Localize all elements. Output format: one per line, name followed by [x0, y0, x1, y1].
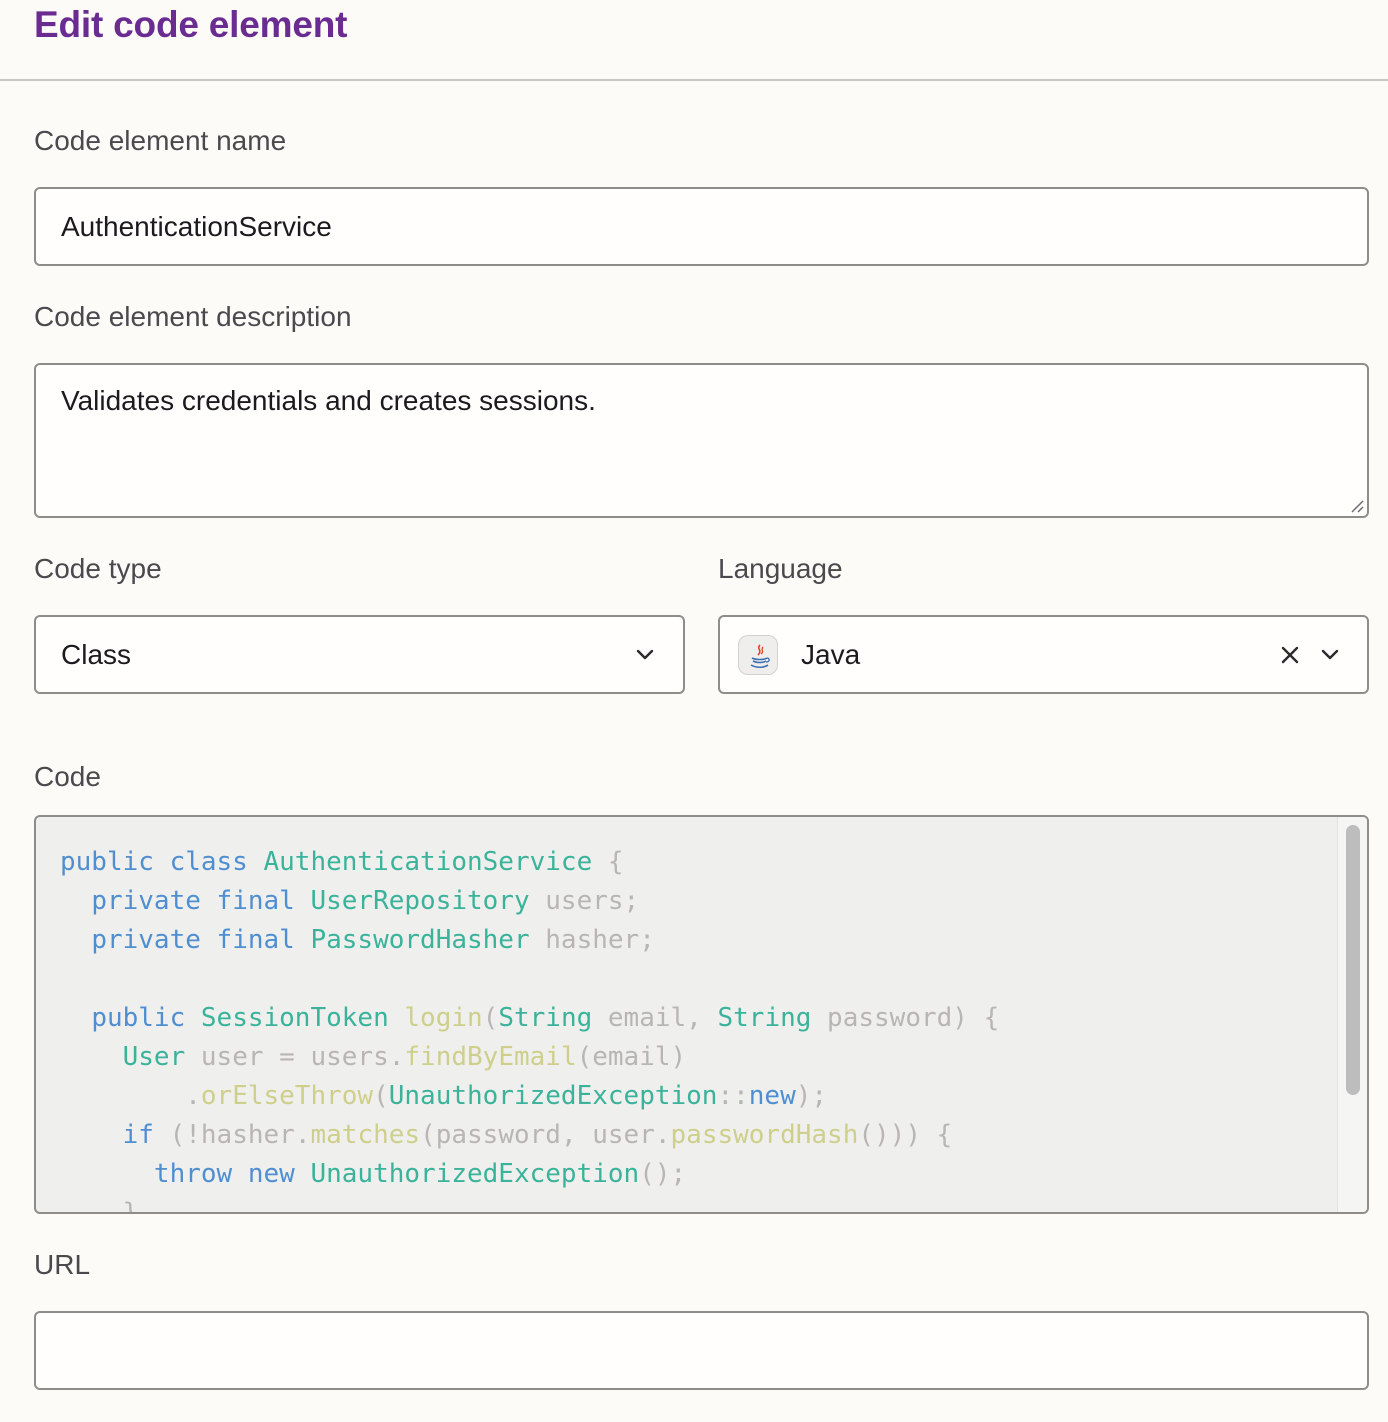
- code-lines: public class AuthenticationService { pri…: [60, 843, 1000, 1214]
- code-type-label: Code type: [34, 553, 162, 584]
- code-editor[interactable]: public class AuthenticationService { pri…: [34, 815, 1369, 1214]
- code-type-value: Class: [61, 639, 132, 670]
- code-line: private final PasswordHasher hasher;: [91, 925, 655, 955]
- name-input-value: AuthenticationService: [61, 211, 332, 242]
- name-input[interactable]: AuthenticationService: [34, 187, 1369, 266]
- description-textarea[interactable]: Validates credentials and creates sessio…: [34, 363, 1369, 518]
- java-icon: [738, 635, 778, 675]
- resize-handle-icon[interactable]: [1348, 497, 1364, 513]
- description-textarea-value: Validates credentials and creates sessio…: [61, 385, 596, 416]
- scrollbar-thumb[interactable]: [1346, 825, 1360, 1095]
- code-label: Code: [34, 761, 101, 792]
- description-label: Code element description: [34, 301, 352, 332]
- code-type-select[interactable]: Class: [34, 615, 685, 694]
- language-label: Language: [718, 553, 843, 584]
- code-line: public class AuthenticationService {: [60, 847, 624, 877]
- dialog-header: Edit code element: [0, 0, 1388, 81]
- code-line: User user = users.findByEmail(email): [122, 1042, 687, 1072]
- name-label: Code element name: [34, 125, 287, 156]
- scrollbar[interactable]: [1337, 817, 1367, 1212]
- language-select[interactable]: Java: [718, 615, 1369, 694]
- url-input[interactable]: [34, 1311, 1369, 1390]
- url-label: URL: [34, 1249, 91, 1280]
- clear-icon[interactable]: [1279, 644, 1301, 666]
- code-line: private final UserRepository users;: [91, 886, 640, 916]
- chevron-down-icon[interactable]: [1319, 644, 1341, 666]
- chevron-down-icon[interactable]: [634, 644, 656, 666]
- code-line: .orElseThrow(UnauthorizedException::new)…: [185, 1081, 828, 1111]
- code-line: if (!hasher.matches(password, user.passw…: [122, 1120, 953, 1150]
- code-line: public SessionToken login(String email, …: [91, 1003, 1000, 1033]
- page-title: Edit code element: [34, 4, 348, 45]
- language-value: Java: [801, 639, 861, 670]
- code-line: throw new UnauthorizedException();: [153, 1159, 687, 1189]
- code-line: }: [122, 1198, 139, 1214]
